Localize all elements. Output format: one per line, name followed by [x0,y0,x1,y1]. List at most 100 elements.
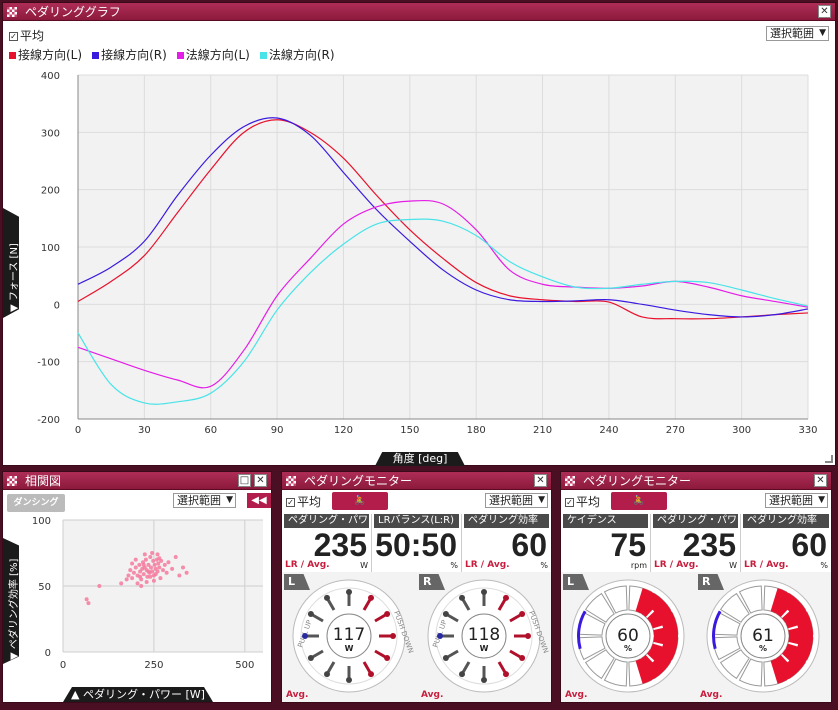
scatter-point [157,565,162,570]
scatter-point [166,560,171,565]
x-tick-label: 60 [204,425,217,436]
chart-legend: 接線方向(L) 接線方向(R) 法線方向(L) 法線方向(R) [9,46,335,63]
metric-label: ペダリング・パワー [284,514,369,540]
x-tick-label: 0 [75,425,81,436]
checkbox-icon[interactable]: ✓ [565,498,574,507]
scatter-point [148,574,153,579]
scatter-point [86,601,91,606]
gauge-value: 61 [752,626,774,646]
average-label: 平均 [297,495,322,509]
average-label: 平均 [20,29,45,43]
force-head [459,594,465,601]
close-button[interactable]: ✕ [254,474,267,487]
y-axis-tab[interactable]: ▼ フォース [N] [3,208,19,318]
checker-icon [7,7,17,17]
dropdown-arrow-icon: ▼ [818,495,825,505]
range-select[interactable]: 選択範囲 ▼ [765,493,828,508]
x-tick-label: 240 [599,425,618,436]
legend-swatch [9,52,16,59]
legend-label: 接線方向(R) [101,48,167,62]
x-axis-tab[interactable]: ▲ ペダリング・パワー [W] [63,687,213,702]
x-tick-label: 330 [798,425,817,436]
force-head [346,589,352,595]
pedaling-monitor-2: ペダリングモニター ✕ ✓ 平均 🚴 選択範囲 ▼ ケイデンス 75 rpm ペダリ… [560,471,832,703]
metric-sub: LR / Avg. [744,560,789,570]
scatter-point [119,581,124,586]
range-select[interactable]: 選択範囲 ▼ [766,26,829,41]
scatter-point [177,573,182,578]
metric-value: 60 [791,527,827,563]
force-head [368,594,374,601]
y-tick-label: 400 [41,71,60,82]
force-head [346,677,352,683]
x-tick-label: 500 [235,660,254,671]
panel-titlebar[interactable]: ペダリングモニター ✕ [561,472,831,490]
dropdown-arrow-icon: ▼ [226,495,233,505]
average-checkbox[interactable]: ✓ 平均 [286,493,321,510]
scatter-point [97,584,102,588]
scatter-point [142,552,147,557]
metric-unit: % [540,561,548,570]
metric-lr-balance: LRバランス(L:R) 50:50 % [372,514,462,572]
force-head [481,677,487,683]
checkbox-icon[interactable]: ✓ [286,498,295,507]
double-arrow-icon: ◀◀ [251,495,267,506]
scatter-point [139,584,144,588]
panel-title: ペダリンググラフ [25,5,121,19]
metric-label: ケイデンス [563,514,648,528]
gauge-value: 60 [617,626,639,646]
collapse-arrows-button[interactable]: ◀◀ [247,493,271,508]
y-axis-tab[interactable]: ▼ ペダリング効率 [%] [3,538,19,664]
range-select-value: 選択範囲 [770,27,814,40]
panel-title: ペダリングモニター [583,474,692,488]
gauge-unit: % [759,644,767,653]
x-axis-label: ▲ ペダリング・パワー [W] [71,688,205,701]
range-select[interactable]: 選択範囲 ▼ [485,493,548,508]
scatter-point [137,562,142,567]
brand-logo: 🚴 [611,492,667,510]
brand-logo: 🚴 [332,492,388,510]
y-tick-label: -100 [37,358,60,369]
maximize-button[interactable]: □ [238,474,251,487]
scatter-point [150,569,155,574]
panel-titlebar[interactable]: 相関図 □ ✕ [3,472,271,490]
average-checkbox[interactable]: ✓ 平均 [9,27,44,44]
close-button[interactable]: ✕ [814,474,827,487]
average-checkbox[interactable]: ✓ 平均 [565,493,600,510]
resize-grip-icon[interactable] [825,455,833,463]
panel-titlebar[interactable]: ペダリングモニター ✕ [282,472,551,490]
metric-sub: LR / Avg. [285,560,330,570]
pedaling-force-chart: 0 30 60 90 120 150 180 210 240 270 300 330 -200 -100 0… [37,71,817,436]
checkbox-icon[interactable]: ✓ [9,32,18,41]
scatter-point [162,562,167,567]
scatter-point [146,569,151,574]
range-select[interactable]: 選択範囲 ▼ [173,493,236,508]
panel-titlebar[interactable]: ペダリンググラフ ✕ [3,3,835,21]
x-axis-tab[interactable]: 角度 [deg] [375,452,465,466]
gauge-area: L R PULL UP PUSH DOWN 117 W PULL UP PUSH DOW… [282,572,551,702]
y-axis-label: ▼ フォース [N] [9,243,20,312]
y-tick-label: 100 [41,243,60,254]
force-head [519,655,526,661]
legend-swatch [259,52,267,59]
close-button[interactable]: ✕ [818,5,831,18]
metric-unit: W [729,561,737,570]
legend-item: 法線方向(L) [176,46,250,63]
scatter-point [135,581,140,586]
metric-label: ペダリング効率 [464,514,549,528]
metric-unit: rpm [630,561,647,570]
scatter-point [151,578,156,583]
x-tick-label: 250 [144,660,163,671]
force-head [519,611,526,617]
y-axis-label: ▼ ペダリング効率 [%] [9,558,20,660]
gauge-unit: % [624,644,632,653]
scatter-point [133,565,138,570]
scatter-point [84,597,89,602]
scatter-point [133,557,138,562]
metric-efficiency: ペダリング効率 60 LR / Avg. % [741,514,831,572]
scatter-point [143,557,148,562]
right-force-gauge: PULL UP PUSH DOWN118W [427,579,549,693]
scatter-point [124,577,129,582]
metric-efficiency: ペダリング効率 60 LR / Avg. % [462,514,551,572]
close-button[interactable]: ✕ [534,474,547,487]
